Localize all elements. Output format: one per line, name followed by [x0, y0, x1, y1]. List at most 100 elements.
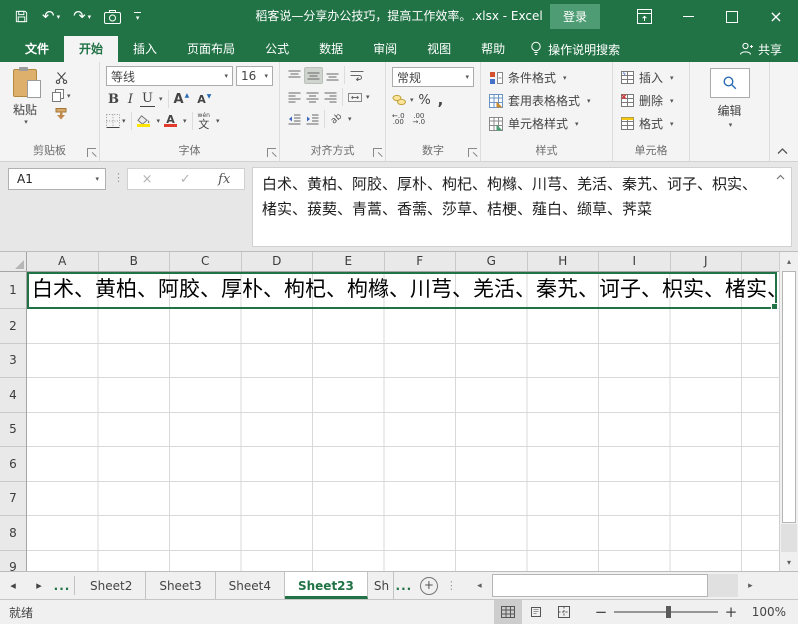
column-header-partial[interactable] — [742, 252, 779, 271]
increase-indent-button[interactable] — [304, 112, 321, 127]
sheet-tab-Sheet4[interactable]: Sheet4 — [216, 572, 285, 599]
increase-decimal-button[interactable]: ←.0 .00 — [392, 113, 405, 125]
scroll-up-icon[interactable]: ▴ — [780, 252, 798, 270]
align-top-button[interactable] — [286, 68, 303, 83]
italic-button[interactable]: I — [123, 92, 138, 107]
format-painter-button[interactable] — [52, 107, 71, 120]
column-headers[interactable]: ABCDEFGHIJ — [27, 252, 779, 272]
fill-color-button[interactable] — [137, 115, 151, 127]
scroll-left-icon[interactable]: ◂ — [467, 572, 492, 599]
column-header-B[interactable]: B — [99, 252, 171, 271]
delete-cells-button[interactable]: 删除▾ — [613, 90, 689, 111]
font-dialog-launcher[interactable] — [267, 148, 276, 157]
ribbon-tab-审阅[interactable]: 审阅 — [358, 36, 412, 62]
editing-button[interactable]: 编辑 ▾ — [690, 62, 769, 129]
paste-button[interactable]: 粘贴 ▾ — [6, 67, 44, 126]
cell-styles-button[interactable]: 单元格样式▾ — [481, 113, 612, 134]
grid-row-7[interactable] — [27, 482, 779, 517]
column-header-A[interactable]: A — [27, 252, 99, 271]
row-header-6[interactable]: 6 — [0, 447, 26, 482]
page-layout-view-button[interactable] — [522, 600, 550, 624]
redo-button[interactable]: ↷▾ — [73, 9, 91, 24]
name-box[interactable]: A1 ▾ — [8, 168, 106, 190]
grid-row-3[interactable] — [27, 344, 779, 379]
wrap-text-button[interactable] — [348, 68, 365, 83]
ribbon-tab-公式[interactable]: 公式 — [250, 36, 304, 62]
normal-view-button[interactable] — [494, 600, 522, 624]
sheet-tab-Sheet3[interactable]: Sheet3 — [146, 572, 215, 599]
tell-me-search[interactable]: 操作说明搜索 — [530, 36, 620, 62]
decrease-indent-button[interactable] — [286, 112, 303, 127]
decrease-decimal-button[interactable]: .00 →.0 — [413, 113, 426, 125]
cell-a1[interactable]: 白术、黄柏、阿胶、厚朴、枸杞、枸橼、川芎、羌活、秦艽、诃子、枳实、楮实、菝葜、青… — [27, 272, 779, 307]
underline-caret-icon[interactable]: ▾ — [159, 95, 163, 103]
percent-style-button[interactable]: % — [417, 93, 433, 108]
page-break-view-button[interactable] — [550, 600, 578, 624]
format-cells-button[interactable]: 格式▾ — [613, 113, 689, 134]
column-header-I[interactable]: I — [599, 252, 671, 271]
number-dialog-launcher[interactable] — [468, 148, 477, 157]
column-header-H[interactable]: H — [528, 252, 600, 271]
horizontal-scroll-thumb[interactable] — [492, 574, 708, 597]
add-sheet-icon[interactable]: + — [420, 577, 438, 595]
font-name-select[interactable]: 等线▾ — [106, 66, 233, 86]
borders-button[interactable]: ▾ — [106, 114, 126, 128]
align-left-button[interactable] — [286, 90, 303, 105]
align-middle-button[interactable] — [304, 67, 323, 84]
ribbon-tab-插入[interactable]: 插入 — [118, 36, 172, 62]
redo-caret-icon[interactable]: ▾ — [88, 13, 92, 21]
row-header-9[interactable]: 9 — [0, 551, 26, 572]
grid-row-4[interactable] — [27, 378, 779, 413]
minimize-button[interactable] — [666, 0, 710, 33]
maximize-button[interactable] — [710, 0, 754, 33]
conditional-formatting-button[interactable]: 条件格式▾ — [481, 67, 612, 88]
collapse-formula-bar-icon[interactable] — [776, 174, 785, 180]
vertical-scrollbar[interactable]: ▴ ▾ — [779, 252, 798, 571]
cancel-icon[interactable]: × — [142, 172, 153, 187]
alignment-dialog-launcher[interactable] — [373, 148, 382, 157]
customize-qat-button[interactable]: ▾ — [134, 12, 141, 22]
ribbon-tab-数据[interactable]: 数据 — [304, 36, 358, 62]
bold-button[interactable]: B — [106, 92, 121, 107]
grid-row-5[interactable] — [27, 413, 779, 448]
copy-button[interactable]: ▾ — [52, 89, 71, 102]
insert-function-icon[interactable]: fx — [218, 172, 230, 187]
scroll-down-icon[interactable]: ▾ — [780, 553, 798, 571]
ribbon-tab-文件[interactable]: 文件 — [10, 36, 64, 62]
increase-font-button[interactable]: A▲ — [174, 92, 190, 107]
more-sheets-left[interactable]: ... — [52, 572, 72, 599]
accounting-format-button[interactable]: ▾ — [392, 94, 414, 106]
grid-row-6[interactable] — [27, 447, 779, 482]
share-button[interactable]: 共享 — [739, 36, 798, 62]
undo-button[interactable]: ↶▾ — [42, 9, 60, 24]
number-format-select[interactable]: 常规▾ — [392, 67, 474, 87]
row-header-4[interactable]: 4 — [0, 378, 26, 413]
vertical-scroll-thumb[interactable] — [782, 271, 796, 523]
zoom-out-icon[interactable]: − — [592, 603, 610, 621]
sheet-tab-Sheet2[interactable]: Sheet2 — [77, 572, 146, 599]
row-header-3[interactable]: 3 — [0, 344, 26, 379]
zoom-slider-thumb[interactable] — [666, 606, 671, 618]
font-color-button[interactable]: A — [164, 115, 177, 127]
underline-button[interactable]: U — [140, 91, 155, 107]
camera-button[interactable] — [104, 10, 121, 24]
sheet-tab-Sh[interactable]: Sh — [368, 572, 394, 599]
decrease-font-button[interactable]: A▼ — [197, 93, 211, 106]
row-header-8[interactable]: 8 — [0, 516, 26, 551]
sheet-tab-Sheet23[interactable]: Sheet23 — [285, 572, 368, 599]
sign-in-button[interactable]: 登录 — [550, 4, 600, 29]
comma-style-button[interactable]: , — [436, 91, 446, 109]
align-right-button[interactable] — [322, 90, 339, 105]
clipboard-dialog-launcher[interactable] — [87, 148, 96, 157]
phonetic-guide-button[interactable]: wén 文 — [198, 113, 210, 130]
ribbon-tab-视图[interactable]: 视图 — [412, 36, 466, 62]
ribbon-display-options-button[interactable] — [622, 0, 666, 33]
formula-input[interactable]: 白术、黄柏、阿胶、厚朴、枸杞、枸橼、川芎、羌活、秦艽、诃子、枳实、楮实、菝葜、青… — [252, 167, 792, 247]
zoom-in-icon[interactable]: + — [722, 603, 740, 621]
zoom-slider[interactable] — [614, 611, 718, 613]
row-header-5[interactable]: 5 — [0, 413, 26, 448]
insert-cells-button[interactable]: 插入▾ — [613, 67, 689, 88]
column-header-G[interactable]: G — [456, 252, 528, 271]
close-button[interactable]: × — [754, 0, 798, 33]
collapse-ribbon-button[interactable] — [777, 148, 788, 155]
